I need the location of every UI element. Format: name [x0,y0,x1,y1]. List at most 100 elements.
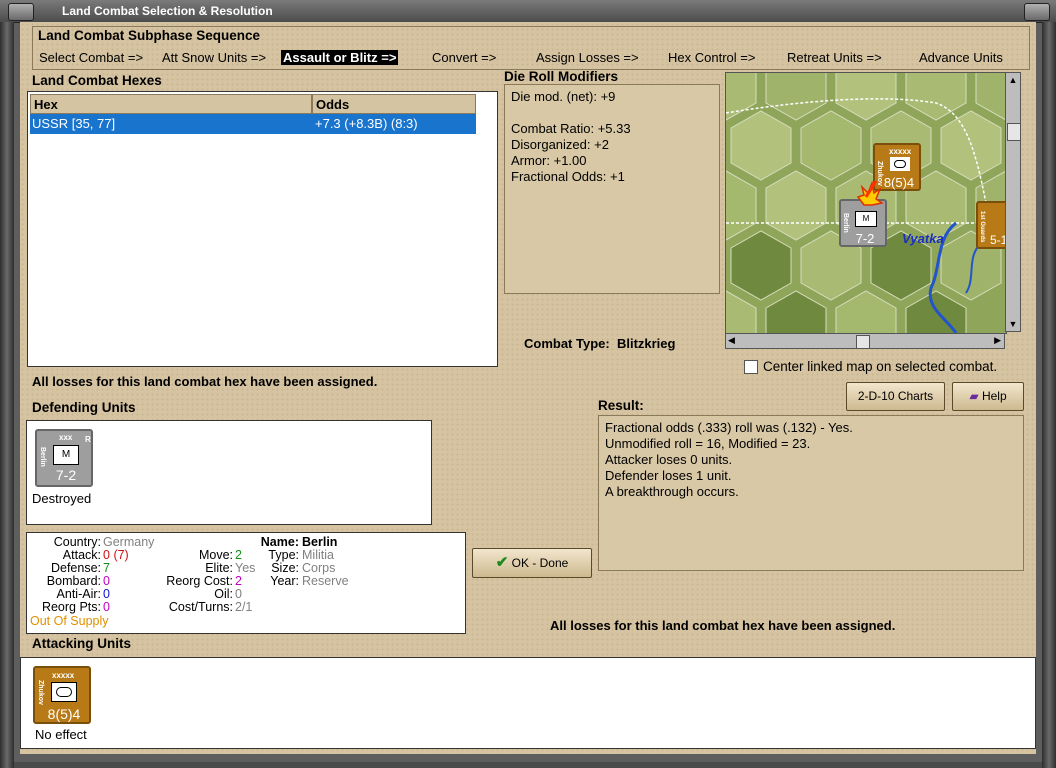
result-panel: Fractional odds (.333) roll was (.132) -… [598,415,1024,571]
step-select-combat: Select Combat => [39,50,144,65]
window-title: Land Combat Selection & Resolution [62,4,273,18]
ok-done-label: OK - Done [511,556,569,570]
armor-symbol-icon [890,157,910,171]
combat-type: Combat Type: Blitzkrieg [524,336,675,351]
step-hex-control: Hex Control => [668,50,756,65]
map-unit-edge-name: 1st Guards [979,211,985,243]
help-button[interactable]: ▰ Help [952,382,1024,411]
attacking-units-panel: xxxxx Zhukov 8(5)4 No effect [20,657,1036,749]
system-menu-button[interactable] [8,3,34,21]
step-assign-losses: Assign Losses => [536,50,639,65]
attacker-counter[interactable]: xxxxx Zhukov 8(5)4 [33,666,91,724]
map-horizontal-scrollbar[interactable]: ◀ ▶ [725,333,1005,349]
defender-size: xxx [59,433,73,442]
center-map-label: Center linked map on selected combat. [763,359,998,374]
scroll-left-icon[interactable]: ◀ [728,335,735,346]
vertical-scroll-thumb[interactable] [1007,123,1021,141]
column-header-hex[interactable]: Hex [30,94,312,114]
armor: Armor: +1.00 [511,153,587,168]
country-value: Germany [103,535,155,549]
step-advance-units: Advance Units [919,50,1003,65]
explosion-icon [856,181,884,206]
defender-strength: 7-2 [55,467,77,483]
linked-map[interactable]: Vyatka xxxxx Zhukov 8(5)4 Berlin M 7-2 1… [725,72,1007,334]
defender-status: Destroyed [32,491,92,506]
supply-status: Out Of Supply [30,614,109,628]
combat-type-label: Combat Type: [524,336,610,351]
ok-done-button[interactable]: ✔ OK - Done [472,548,592,578]
attacker-strength: 8(5)4 [47,706,81,722]
bombard-label: Bombard: [46,574,101,588]
scroll-down-icon[interactable]: ▼ [1008,319,1018,329]
defender-counter[interactable]: xxx R Berlin M 7-2 [35,429,93,487]
armor-symbol-icon [51,682,77,702]
hex-cell: USSR [35, 77] [32,116,116,131]
oil-value: 0 [235,587,242,601]
reorgpts-value: 0 [103,600,110,614]
defender-type-icon: M [53,445,79,465]
result-line: Unmodified roll = 16, Modified = 23. [605,436,811,451]
fractional-odds: Fractional Odds: +1 [511,169,625,184]
horizontal-scroll-thumb[interactable] [856,335,870,349]
column-header-odds[interactable]: Odds [312,94,476,114]
antiair-value: 0 [103,587,110,601]
map-unit-berlin-type: M [855,211,877,227]
help-label: Help [981,389,1007,403]
map-unit-edge[interactable]: 1st Guards 5-1 [976,201,1006,249]
hexes-title: Land Combat Hexes [32,73,162,88]
attacker-name: Zhukov [37,680,44,705]
defending-units-panel: xxx R Berlin M 7-2 Destroyed [26,420,432,525]
scroll-up-icon[interactable]: ▲ [1008,75,1018,85]
die-roll-title: Die Roll Modifiers [504,69,619,84]
charts-button[interactable]: 2-D-10 Charts [846,382,945,411]
disorganized: Disorganized: +2 [511,137,609,152]
oil-label: Oil: [214,587,233,601]
result-line: Attacker loses 0 units. [605,452,733,467]
size-label: Size: [271,561,299,575]
year-value: Reserve [302,574,349,588]
step-retreat-units: Retreat Units => [787,50,882,65]
defense-value: 7 [103,561,110,575]
close-button[interactable] [1024,3,1050,21]
move-label: Move: [198,548,233,562]
attacker-status: No effect [35,727,87,742]
attacking-title: Attacking Units [32,636,132,651]
type-label: Type: [268,548,299,562]
attack-label: Attack: [62,548,101,562]
scroll-right-icon[interactable]: ▶ [994,335,1001,346]
die-roll-panel: Die mod. (net): +9 Combat Ratio: +5.33 D… [504,84,720,294]
country-label: Country: [53,535,101,549]
unit-stats-panel: Country: Germany Attack: 0 (7) Defense: … [26,532,466,634]
map-vertical-scrollbar[interactable]: ▲ ▼ [1005,72,1021,332]
name-value: Berlin [302,535,338,549]
costturns-label: Cost/Turns: [168,600,233,614]
right-rail [1042,22,1056,768]
left-rail [0,22,14,768]
name-label: Name: [260,535,299,549]
table-row[interactable]: USSR [35, 77] +7.3 (+8.3B) (8:3) [30,114,476,134]
result-line: Fractional odds (.333) roll was (.132) -… [605,420,853,435]
move-value: 2 [235,548,242,562]
map-unit-berlin-strength: 7-2 [855,231,875,246]
die-mod-net: Die mod. (net): +9 [511,89,616,104]
odds-cell: +7.3 (+8.3B) (8:3) [315,116,418,131]
attack-extra: (7) [113,548,129,562]
book-icon: ▰ [969,389,979,403]
costturns-value: 2/1 [235,600,253,614]
dialog-body: Land Combat Subphase Sequence Select Com… [20,22,1036,754]
center-map-checkbox[interactable] [744,360,758,374]
combat-ratio: Combat Ratio: +5.33 [511,121,631,136]
step-convert: Convert => [432,50,497,65]
step-att-snow-units: Att Snow Units => [162,50,267,65]
hexes-table: Hex Odds USSR [35, 77] +7.3 (+8.3B) (8:3… [27,91,498,367]
title-bar: Land Combat Selection & Resolution [0,0,1056,23]
defender-name: Berlin [39,447,46,467]
defending-title: Defending Units [32,400,136,415]
attacker-size: xxxxx [52,671,75,680]
reorgcost-value: 2 [235,574,242,588]
year-label: Year: [270,574,299,588]
river-label: Vyatka [902,231,944,246]
defender-flag: R [85,435,91,444]
elite-label: Elite: [205,561,233,575]
step-assault-or-blitz: Assault or Blitz => [281,50,399,65]
